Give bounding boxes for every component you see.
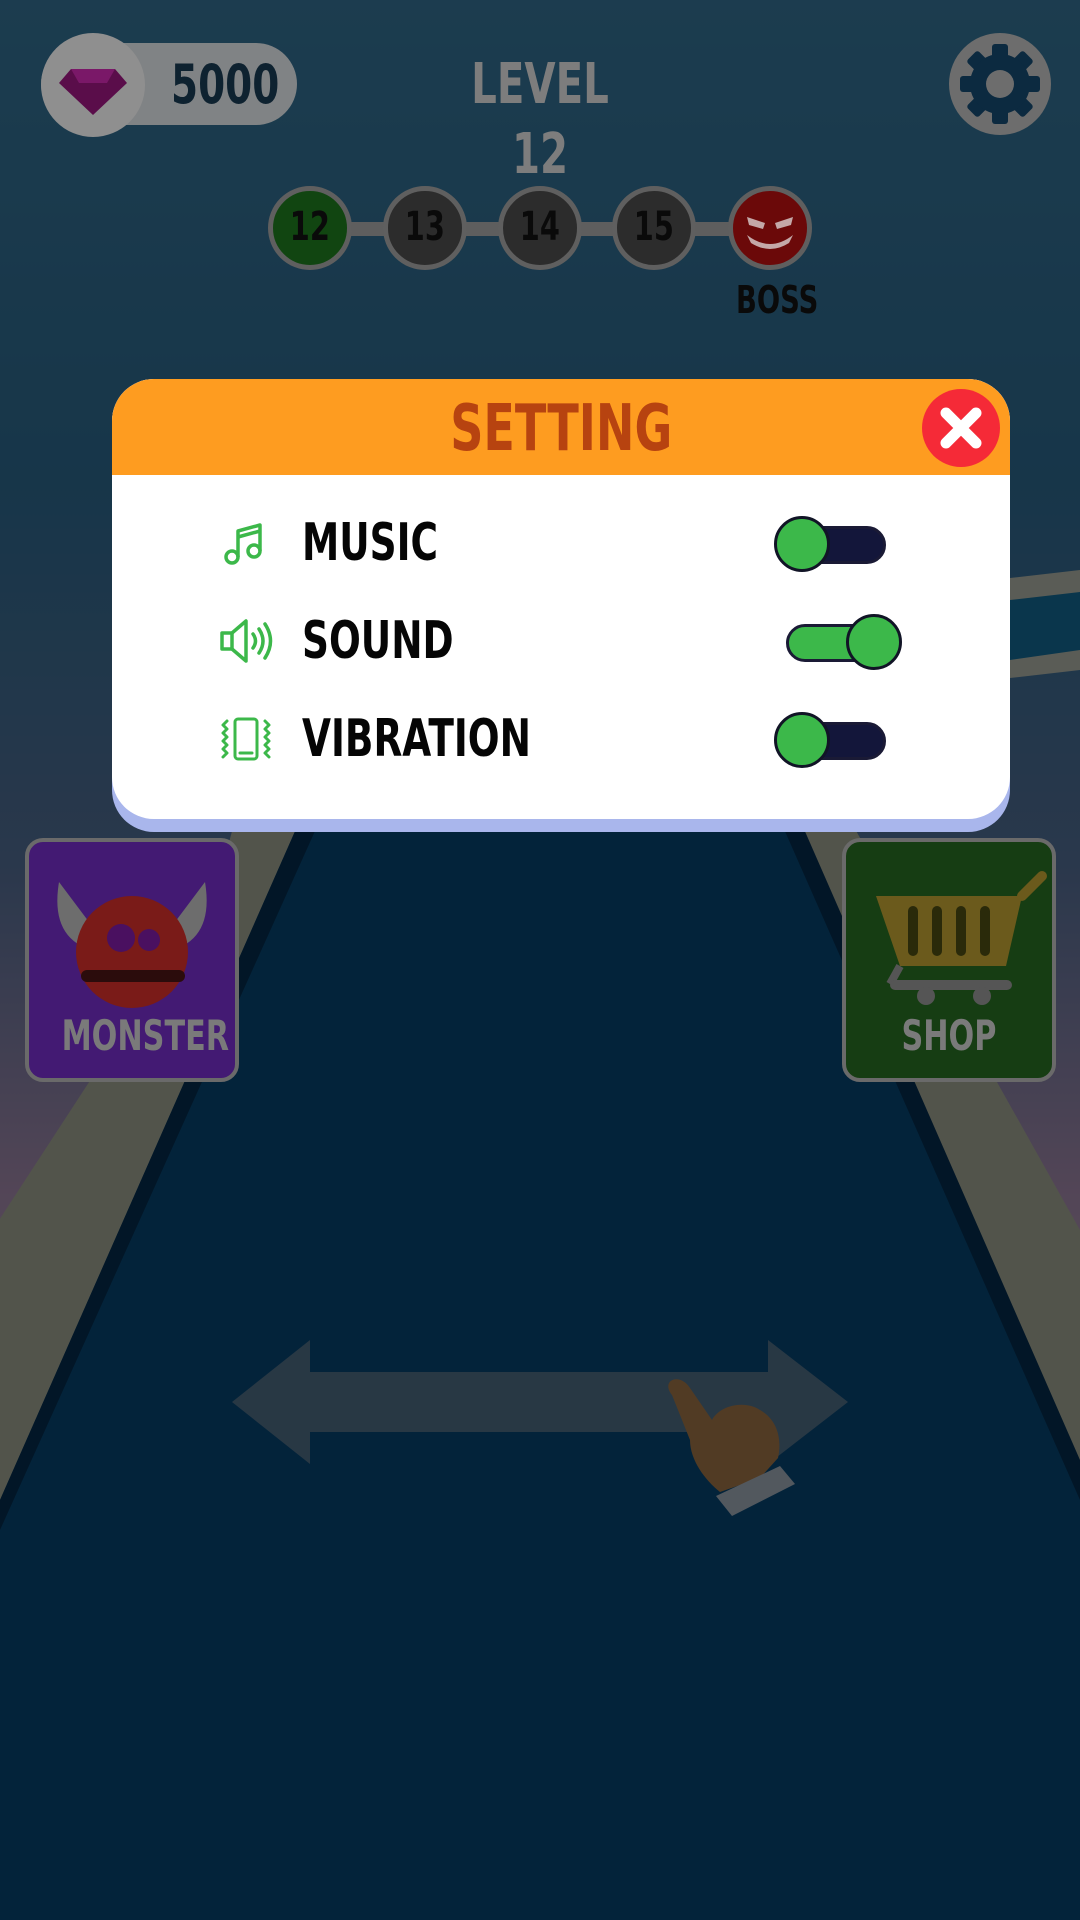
settings-dialog: SETTING MUSIC SOUND VIBRATION bbox=[112, 379, 1010, 832]
music-row: MUSIC bbox=[112, 503, 1010, 583]
level-title: LEVEL 12 bbox=[471, 52, 609, 187]
settings-button[interactable] bbox=[949, 33, 1051, 135]
close-button[interactable] bbox=[922, 389, 1000, 467]
shop-button[interactable]: SHOP bbox=[842, 838, 1056, 1082]
boss-label: BOSS bbox=[736, 278, 819, 322]
music-label: MUSIC bbox=[302, 513, 439, 573]
level-node: 13 bbox=[383, 186, 467, 270]
sound-row: SOUND bbox=[112, 601, 1010, 681]
sound-toggle-knob bbox=[846, 614, 902, 670]
level-node-current: 12 bbox=[268, 186, 352, 270]
vibration-row: VIBRATION bbox=[112, 699, 1010, 779]
level-node: 14 bbox=[498, 186, 582, 270]
gem-count: 5000 bbox=[171, 53, 280, 116]
monster-icon bbox=[57, 882, 207, 1008]
monster-button[interactable]: MONSTER bbox=[25, 838, 239, 1082]
dialog-title: SETTING bbox=[449, 392, 673, 466]
music-toggle-knob bbox=[774, 516, 830, 572]
boss-face-icon bbox=[747, 217, 793, 249]
sound-label: SOUND bbox=[302, 611, 454, 671]
vibration-toggle-knob bbox=[774, 712, 830, 768]
sound-toggle[interactable] bbox=[778, 613, 902, 671]
vibration-icon bbox=[221, 717, 271, 761]
vibration-label: VIBRATION bbox=[302, 709, 531, 769]
close-icon bbox=[940, 407, 982, 449]
music-note-icon bbox=[224, 523, 262, 565]
music-toggle[interactable] bbox=[774, 515, 894, 573]
monster-label: MONSTER bbox=[61, 1011, 230, 1060]
cart-icon bbox=[876, 871, 1047, 1005]
shop-label: SHOP bbox=[901, 1011, 997, 1060]
gem-badge bbox=[41, 33, 145, 137]
settings-dialog-body: SETTING MUSIC SOUND VIBRATION bbox=[112, 379, 1010, 819]
level-node: 15 bbox=[612, 186, 696, 270]
speaker-icon bbox=[220, 619, 273, 663]
gem-icon bbox=[59, 69, 127, 115]
vibration-toggle[interactable] bbox=[774, 711, 894, 769]
gear-icon bbox=[960, 44, 1040, 124]
boss-node bbox=[728, 186, 812, 270]
